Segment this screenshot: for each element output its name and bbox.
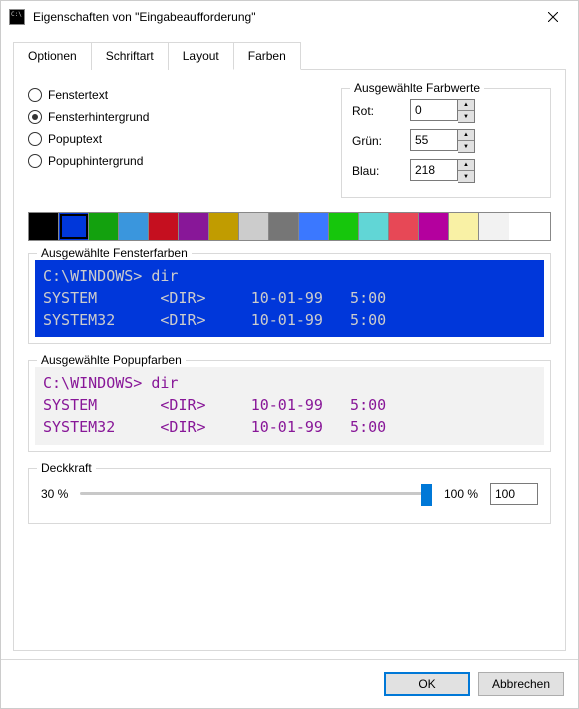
opacity-group: Deckkraft 30 % 100 % [28,468,551,524]
color-swatch[interactable] [449,213,479,240]
rgb-row-gruen: Grün: ▲ ▼ [352,129,540,153]
spin-down-icon[interactable]: ▼ [458,171,474,182]
radio-popuptext[interactable]: Popuptext [28,132,321,146]
tab-label: Optionen [28,49,77,63]
radio-icon [28,154,42,168]
radio-icon [28,132,42,146]
spinner-blau: ▲ ▼ [410,159,475,183]
tab-panel-farben: Fenstertext Fensterhintergrund Popuptext… [13,70,566,651]
color-swatch[interactable] [59,213,89,240]
opacity-min-label: 30 % [41,487,68,501]
radio-label: Fenstertext [48,88,108,102]
app-icon [9,9,25,25]
spin-up-icon[interactable]: ▲ [458,100,474,111]
rgb-row-rot: Rot: ▲ ▼ [352,99,540,123]
input-gruen[interactable] [410,129,458,151]
rgb-label-gruen: Grün: [352,134,402,148]
color-swatch[interactable] [209,213,239,240]
color-swatch[interactable] [29,213,59,240]
button-label: Abbrechen [492,677,550,691]
console-preview-window: C:\WINDOWS> dir SYSTEM <DIR> 10-01-99 5:… [35,260,544,337]
spin-buttons: ▲ ▼ [458,99,475,123]
radio-label: Popuptext [48,132,102,146]
color-target-radios: Fenstertext Fensterhintergrund Popuptext… [28,88,321,198]
window-colors-preview-group: Ausgewählte Fensterfarben C:\WINDOWS> di… [28,253,551,344]
color-palette [28,212,551,241]
dialog-buttons: OK Abbrechen [1,659,578,708]
tab-label: Farben [248,49,286,63]
input-rot[interactable] [410,99,458,121]
radio-icon [28,110,42,124]
spin-buttons: ▲ ▼ [458,159,475,183]
tab-strip: Optionen Schriftart Layout Farben [13,41,566,70]
rgb-label-rot: Rot: [352,104,402,118]
spin-down-icon[interactable]: ▼ [458,141,474,152]
window-title: Eigenschaften von "Eingabeaufforderung" [33,10,530,24]
tab-farben[interactable]: Farben [233,42,301,70]
preview-label-popup: Ausgewählte Popupfarben [37,353,186,367]
button-label: OK [418,677,435,691]
content-area: Optionen Schriftart Layout Farben Fenste… [1,33,578,659]
tab-label: Schriftart [106,49,154,63]
top-row: Fenstertext Fensterhintergrund Popuptext… [28,88,551,198]
opacity-group-title: Deckkraft [37,461,96,475]
color-swatch[interactable] [239,213,269,240]
radio-popuphintergrund[interactable]: Popuphintergrund [28,154,321,168]
console-preview-popup: C:\WINDOWS> dir SYSTEM <DIR> 10-01-99 5:… [35,367,544,444]
radio-icon [28,88,42,102]
tab-schriftart[interactable]: Schriftart [91,42,169,70]
color-swatch[interactable] [149,213,179,240]
tab-label: Layout [183,49,219,63]
color-swatch[interactable] [119,213,149,240]
color-swatch[interactable] [89,213,119,240]
opacity-slider[interactable] [80,492,432,495]
radio-fenstertext[interactable]: Fenstertext [28,88,321,102]
radio-label: Popuphintergrund [48,154,143,168]
radio-fensterhintergrund[interactable]: Fensterhintergrund [28,110,321,124]
opacity-row: 30 % 100 % [41,483,538,505]
color-swatch[interactable] [329,213,359,240]
close-button[interactable] [530,2,576,32]
properties-dialog: Eigenschaften von "Eingabeaufforderung" … [0,0,579,709]
spin-down-icon[interactable]: ▼ [458,111,474,122]
spinner-rot: ▲ ▼ [410,99,475,123]
radio-label: Fensterhintergrund [48,110,149,124]
color-swatch[interactable] [299,213,329,240]
color-swatch[interactable] [479,213,509,240]
opacity-input[interactable] [490,483,538,505]
tab-optionen[interactable]: Optionen [13,42,92,70]
slider-thumb-icon[interactable] [421,484,432,506]
ok-button[interactable]: OK [384,672,470,696]
popup-colors-preview-group: Ausgewählte Popupfarben C:\WINDOWS> dir … [28,360,551,451]
rgb-groupbox: Ausgewählte Farbwerte Rot: ▲ ▼ Grün: [341,88,551,198]
spin-buttons: ▲ ▼ [458,129,475,153]
color-swatch[interactable] [179,213,209,240]
tab-layout[interactable]: Layout [168,42,234,70]
rgb-group-title: Ausgewählte Farbwerte [350,81,484,95]
color-swatch[interactable] [359,213,389,240]
spin-up-icon[interactable]: ▲ [458,160,474,171]
input-blau[interactable] [410,159,458,181]
rgb-row-blau: Blau: ▲ ▼ [352,159,540,183]
spinner-gruen: ▲ ▼ [410,129,475,153]
rgb-label-blau: Blau: [352,164,402,178]
cancel-button[interactable]: Abbrechen [478,672,564,696]
close-icon [548,12,558,22]
preview-label-window: Ausgewählte Fensterfarben [37,246,192,260]
color-swatch[interactable] [389,213,419,240]
color-swatch[interactable] [269,213,299,240]
opacity-max-label: 100 % [444,487,478,501]
color-swatch[interactable] [419,213,449,240]
titlebar: Eigenschaften von "Eingabeaufforderung" [1,1,578,33]
spin-up-icon[interactable]: ▲ [458,130,474,141]
